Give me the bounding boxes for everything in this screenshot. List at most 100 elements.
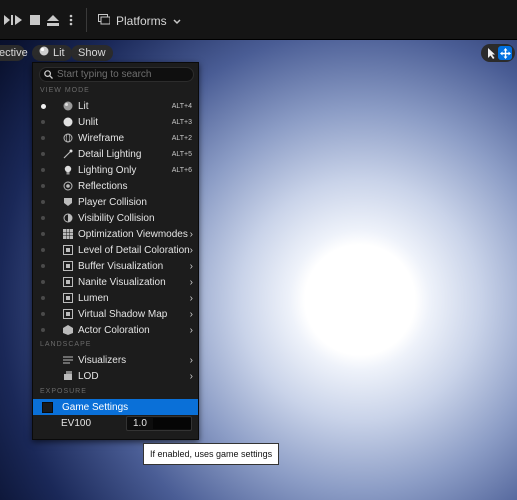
- chevron-right-icon: ›: [189, 324, 193, 336]
- ev100-label: EV100: [61, 418, 92, 429]
- lightbulb-icon: [63, 165, 73, 175]
- menu-item-actor-coloration[interactable]: Actor Coloration ›: [33, 322, 198, 338]
- more-icon[interactable]: [64, 13, 78, 27]
- ev100-input[interactable]: 1.0: [126, 416, 192, 431]
- menu-item-label: Optimization Viewmodes: [78, 228, 188, 240]
- menu-item-label: Nanite Visualization: [78, 276, 166, 288]
- chevron-right-icon: ›: [189, 260, 193, 272]
- chevron-right-icon: ›: [189, 354, 193, 366]
- menu-item-lit[interactable]: Lit ALT+4: [33, 98, 198, 114]
- menu-item-lod[interactable]: LOD ›: [33, 368, 198, 384]
- buffer-icon: [63, 261, 73, 271]
- skip-icon[interactable]: [10, 13, 24, 27]
- radio-indicator: [41, 168, 45, 172]
- game-settings-checkbox[interactable]: [42, 401, 53, 413]
- chevron-right-icon: ›: [189, 370, 193, 382]
- lod-coloration-icon: [63, 245, 73, 255]
- tooltip: If enabled, uses game settings: [143, 443, 280, 465]
- radio-indicator: [41, 103, 46, 109]
- radio-indicator: [41, 280, 45, 284]
- radio-indicator: [41, 328, 45, 332]
- landscape-header: LANDSCAPE: [40, 341, 92, 348]
- lumen-icon: [63, 293, 73, 303]
- visualizers-icon: [63, 355, 73, 365]
- radio-indicator: [41, 120, 45, 124]
- platforms-icon: [98, 14, 111, 28]
- detail-lighting-icon: [63, 149, 73, 159]
- exposure-header: EXPOSURE: [40, 388, 87, 395]
- radio-indicator: [41, 232, 45, 236]
- menu-item-label: Actor Coloration: [78, 324, 150, 336]
- menu-item-label: Lumen: [78, 292, 109, 304]
- menu-search-box[interactable]: [39, 67, 194, 82]
- eject-icon[interactable]: [46, 13, 60, 27]
- shortcut-label: ALT+2: [171, 134, 192, 142]
- menu-item-visibility-collision[interactable]: Visibility Collision: [33, 210, 198, 226]
- move-arrows-icon[interactable]: [498, 46, 512, 60]
- chevron-right-icon: ›: [189, 308, 193, 320]
- menu-item-detail-lighting[interactable]: Detail Lighting ALT+5: [33, 146, 198, 162]
- lit-sphere-icon: [39, 45, 49, 61]
- unlit-sphere-icon: [63, 117, 73, 127]
- ev100-value: 1.0: [133, 418, 147, 429]
- menu-item-lumen[interactable]: Lumen ›: [33, 290, 198, 306]
- ev100-row: EV100 1.0: [33, 415, 198, 433]
- menu-item-label: Wireframe: [78, 132, 125, 144]
- ev100-slider-track[interactable]: [153, 418, 191, 429]
- show-label: Show: [78, 47, 106, 59]
- platforms-button[interactable]: Platforms: [98, 12, 181, 30]
- actor-coloration-icon: [63, 325, 73, 335]
- menu-item-level-of-detail-coloration[interactable]: Level of Detail Coloration ›: [33, 242, 198, 258]
- menu-item-lighting-only[interactable]: Lighting Only ALT+6: [33, 162, 198, 178]
- menu-item-virtual-shadow-map[interactable]: Virtual Shadow Map ›: [33, 306, 198, 322]
- chevron-right-icon: ›: [189, 228, 193, 240]
- viewport-transform-tools: [481, 44, 515, 62]
- search-input[interactable]: [57, 69, 187, 80]
- chevron-down-icon: [173, 14, 181, 28]
- view-mode-button[interactable]: Lit: [32, 45, 72, 61]
- select-cursor-icon[interactable]: [484, 46, 498, 60]
- menu-item-label: Detail Lighting: [78, 148, 142, 160]
- platforms-label: Platforms: [116, 14, 167, 28]
- chevron-right-icon: ›: [189, 276, 193, 288]
- radio-indicator: [41, 264, 45, 268]
- menu-item-reflections[interactable]: Reflections: [33, 178, 198, 194]
- menu-item-label: Reflections: [78, 180, 128, 192]
- stop-icon[interactable]: [28, 13, 42, 27]
- radio-indicator: [41, 200, 45, 204]
- menu-item-label: LOD: [78, 370, 99, 382]
- menu-item-wireframe[interactable]: Wireframe ALT+2: [33, 130, 198, 146]
- chevron-right-icon: ›: [189, 292, 193, 304]
- main-toolbar: Platforms: [0, 0, 517, 40]
- menu-item-label: Virtual Shadow Map: [78, 308, 168, 320]
- menu-item-label: Player Collision: [78, 196, 147, 208]
- search-icon: [44, 68, 53, 82]
- lod-icon: [63, 371, 73, 381]
- lit-sphere-icon: [63, 101, 73, 111]
- menu-item-optimization-viewmodes[interactable]: Optimization Viewmodes ›: [33, 226, 198, 242]
- grid-icon: [63, 229, 73, 239]
- radio-indicator: [41, 184, 45, 188]
- menu-item-nanite-visualization[interactable]: Nanite Visualization ›: [33, 274, 198, 290]
- menu-item-player-collision[interactable]: Player Collision: [33, 194, 198, 210]
- game-settings-toggle[interactable]: Game Settings: [33, 399, 198, 415]
- toolbar-divider: [86, 8, 87, 32]
- shadow-map-icon: [63, 309, 73, 319]
- wireframe-sphere-icon: [63, 133, 73, 143]
- reflections-icon: [63, 181, 73, 191]
- shortcut-label: ALT+3: [171, 118, 192, 126]
- menu-item-unlit[interactable]: Unlit ALT+3: [33, 114, 198, 130]
- radio-indicator: [41, 312, 45, 316]
- player-collision-icon: [63, 197, 73, 207]
- menu-item-buffer-visualization[interactable]: Buffer Visualization ›: [33, 258, 198, 274]
- shortcut-label: ALT+5: [171, 150, 192, 158]
- radio-indicator: [41, 216, 45, 220]
- menu-item-label: Buffer Visualization: [78, 260, 164, 272]
- shortcut-label: ALT+4: [171, 102, 192, 110]
- view-mode-menu: VIEW MODE Lit ALT+4 Unlit ALT+3 Wireframe ALT…: [32, 62, 199, 440]
- menu-item-label: Level of Detail Coloration: [78, 244, 190, 256]
- menu-item-visualizers[interactable]: Visualizers ›: [33, 352, 198, 368]
- chevron-right-icon: ›: [189, 244, 193, 256]
- perspective-button[interactable]: ective: [0, 45, 28, 61]
- show-button[interactable]: Show: [71, 45, 113, 61]
